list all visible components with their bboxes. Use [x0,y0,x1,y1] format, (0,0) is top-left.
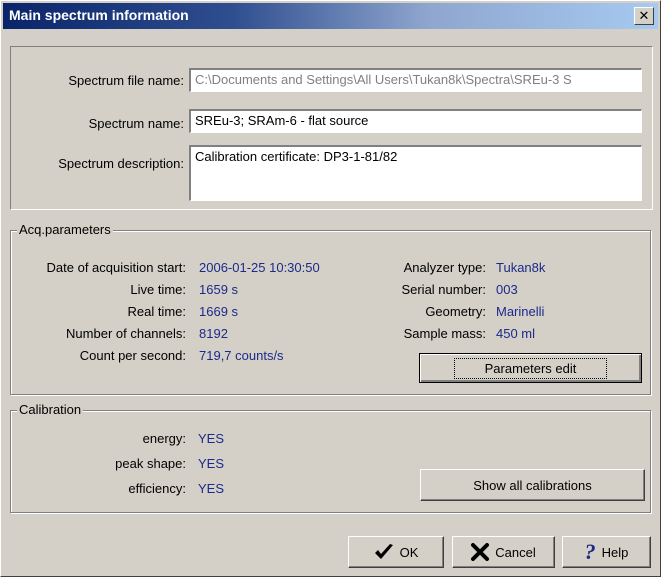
calibration-title: Calibration [17,402,84,417]
close-button[interactable]: ✕ [634,7,654,25]
file-name-label: Spectrum file name: [68,73,184,88]
channels-value: 8192 [199,326,228,341]
show-all-calibrations-label: Show all calibrations [473,477,592,493]
spectrum-description-input[interactable]: Calibration certificate: DP3-1-81/82 [189,145,642,201]
real-time-value: 1669 s [199,304,239,319]
file-info-panel: Spectrum file name: C:\Documents and Set… [10,46,653,210]
live-time-label: Live time: [130,282,186,297]
channels-label: Number of channels: [66,326,186,341]
help-label: Help [601,544,629,560]
parameters-edit-label: Parameters edit [453,357,608,379]
spectrum-name-label: Spectrum name: [88,116,184,131]
analyzer-type-value: Tukan8k [496,260,546,275]
window-title: Main spectrum information [9,7,189,23]
question-mark-icon: ? [584,539,596,564]
dialog-window: Main spectrum information ✕ Spectrum fil… [0,0,661,577]
geometry-value: Marinelli [496,304,545,319]
title-bar[interactable]: Main spectrum information ✕ [3,3,658,29]
cps-label: Count per second: [79,348,186,363]
cancel-button[interactable]: Cancel [452,536,555,568]
ok-label: OK [399,544,419,560]
energy-label: energy: [142,431,186,446]
close-icon: ✕ [638,8,650,23]
real-time-label: Real time: [127,304,186,319]
acq-parameters-title: Acq.parameters [17,222,113,237]
geometry-label: Geometry: [425,304,486,319]
efficiency-value: YES [198,481,225,496]
cancel-label: Cancel [495,544,536,560]
peak-shape-value: YES [198,456,225,471]
spectrum-name-input[interactable]: SREu-3; SRAm-6 - flat source [189,109,642,133]
analyzer-type-label: Analyzer type: [403,260,486,275]
sample-mass-label: Sample mass: [403,326,486,341]
checkmark-icon [374,543,394,561]
spectrum-description-label: Spectrum description: [58,156,184,171]
acq-date-value: 2006-01-25 10:30:50 [199,260,320,275]
serial-number-label: Serial number: [401,282,486,297]
file-name-field: C:\Documents and Settings\All Users\Tuka… [189,68,642,92]
parameters-edit-button[interactable]: Parameters edit [419,353,642,383]
cps-value: 719,7 counts/s [199,348,284,363]
energy-value: YES [198,431,225,446]
sample-mass-value: 450 ml [496,326,536,341]
show-all-calibrations-button[interactable]: Show all calibrations [420,469,645,501]
serial-number-value: 003 [496,282,518,297]
ok-button[interactable]: OK [348,536,444,568]
live-time-value: 1659 s [199,282,239,297]
x-icon [471,543,490,561]
calibration-group: Calibration energy: YES peak shape: YES … [10,402,651,513]
peak-shape-label: peak shape: [115,456,186,471]
help-button[interactable]: ? Help [562,536,651,568]
efficiency-label: efficiency: [128,481,186,496]
acq-parameters-group: Acq.parameters Date of acquisition start… [10,222,651,395]
acq-date-label: Date of acquisition start: [46,260,186,275]
